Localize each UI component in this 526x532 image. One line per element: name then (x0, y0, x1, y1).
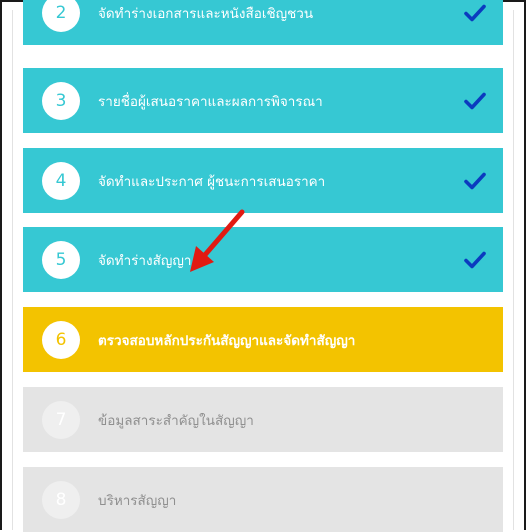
step-3-label: รายชื่อผู้เสนอราคาและผลการพิจารณา (98, 93, 323, 110)
step-6-number: 6 (42, 320, 80, 359)
step-3-number: 3 (42, 81, 80, 120)
step-6[interactable]: 6 ตรวจสอบหลักประกันสัญญาและจัดทำสัญญา (23, 307, 503, 372)
step-8-label: บริหารสัญญา (98, 492, 177, 509)
step-5-label: จัดทำร่างสัญญา (98, 252, 192, 269)
checkmark-icon (464, 4, 486, 21)
checkmark-icon (464, 251, 486, 268)
step-4-number: 4 (42, 161, 80, 200)
step-3[interactable]: 3 รายชื่อผู้เสนอราคาและผลการพิจารณา (23, 68, 503, 133)
step-7-number: 7 (42, 400, 80, 439)
step-7-label: ข้อมูลสาระสำคัญในสัญญา (98, 412, 254, 429)
step-5[interactable]: 5 จัดทำร่างสัญญา (23, 227, 503, 292)
checkmark-icon (464, 172, 486, 189)
step-8-number: 8 (42, 480, 80, 519)
step-4-label: จัดทำและประกาศ ผู้ชนะการเสนอราคา (98, 173, 326, 190)
step-2-number: 2 (42, 0, 80, 32)
step-5-number: 5 (42, 240, 80, 279)
step-2-label: จัดทำร่างเอกสารและหนังสือเชิญชวน (98, 5, 314, 22)
step-8: 8 บริหารสัญญา (23, 467, 503, 532)
checkmark-icon (464, 92, 486, 109)
step-7: 7 ข้อมูลสาระสำคัญในสัญญา (23, 387, 503, 452)
step-4[interactable]: 4 จัดทำและประกาศ ผู้ชนะการเสนอราคา (23, 148, 503, 213)
step-6-label: ตรวจสอบหลักประกันสัญญาและจัดทำสัญญา (98, 332, 356, 349)
step-2[interactable]: 2 จัดทำร่างเอกสารและหนังสือเชิญชวน (23, 0, 503, 45)
